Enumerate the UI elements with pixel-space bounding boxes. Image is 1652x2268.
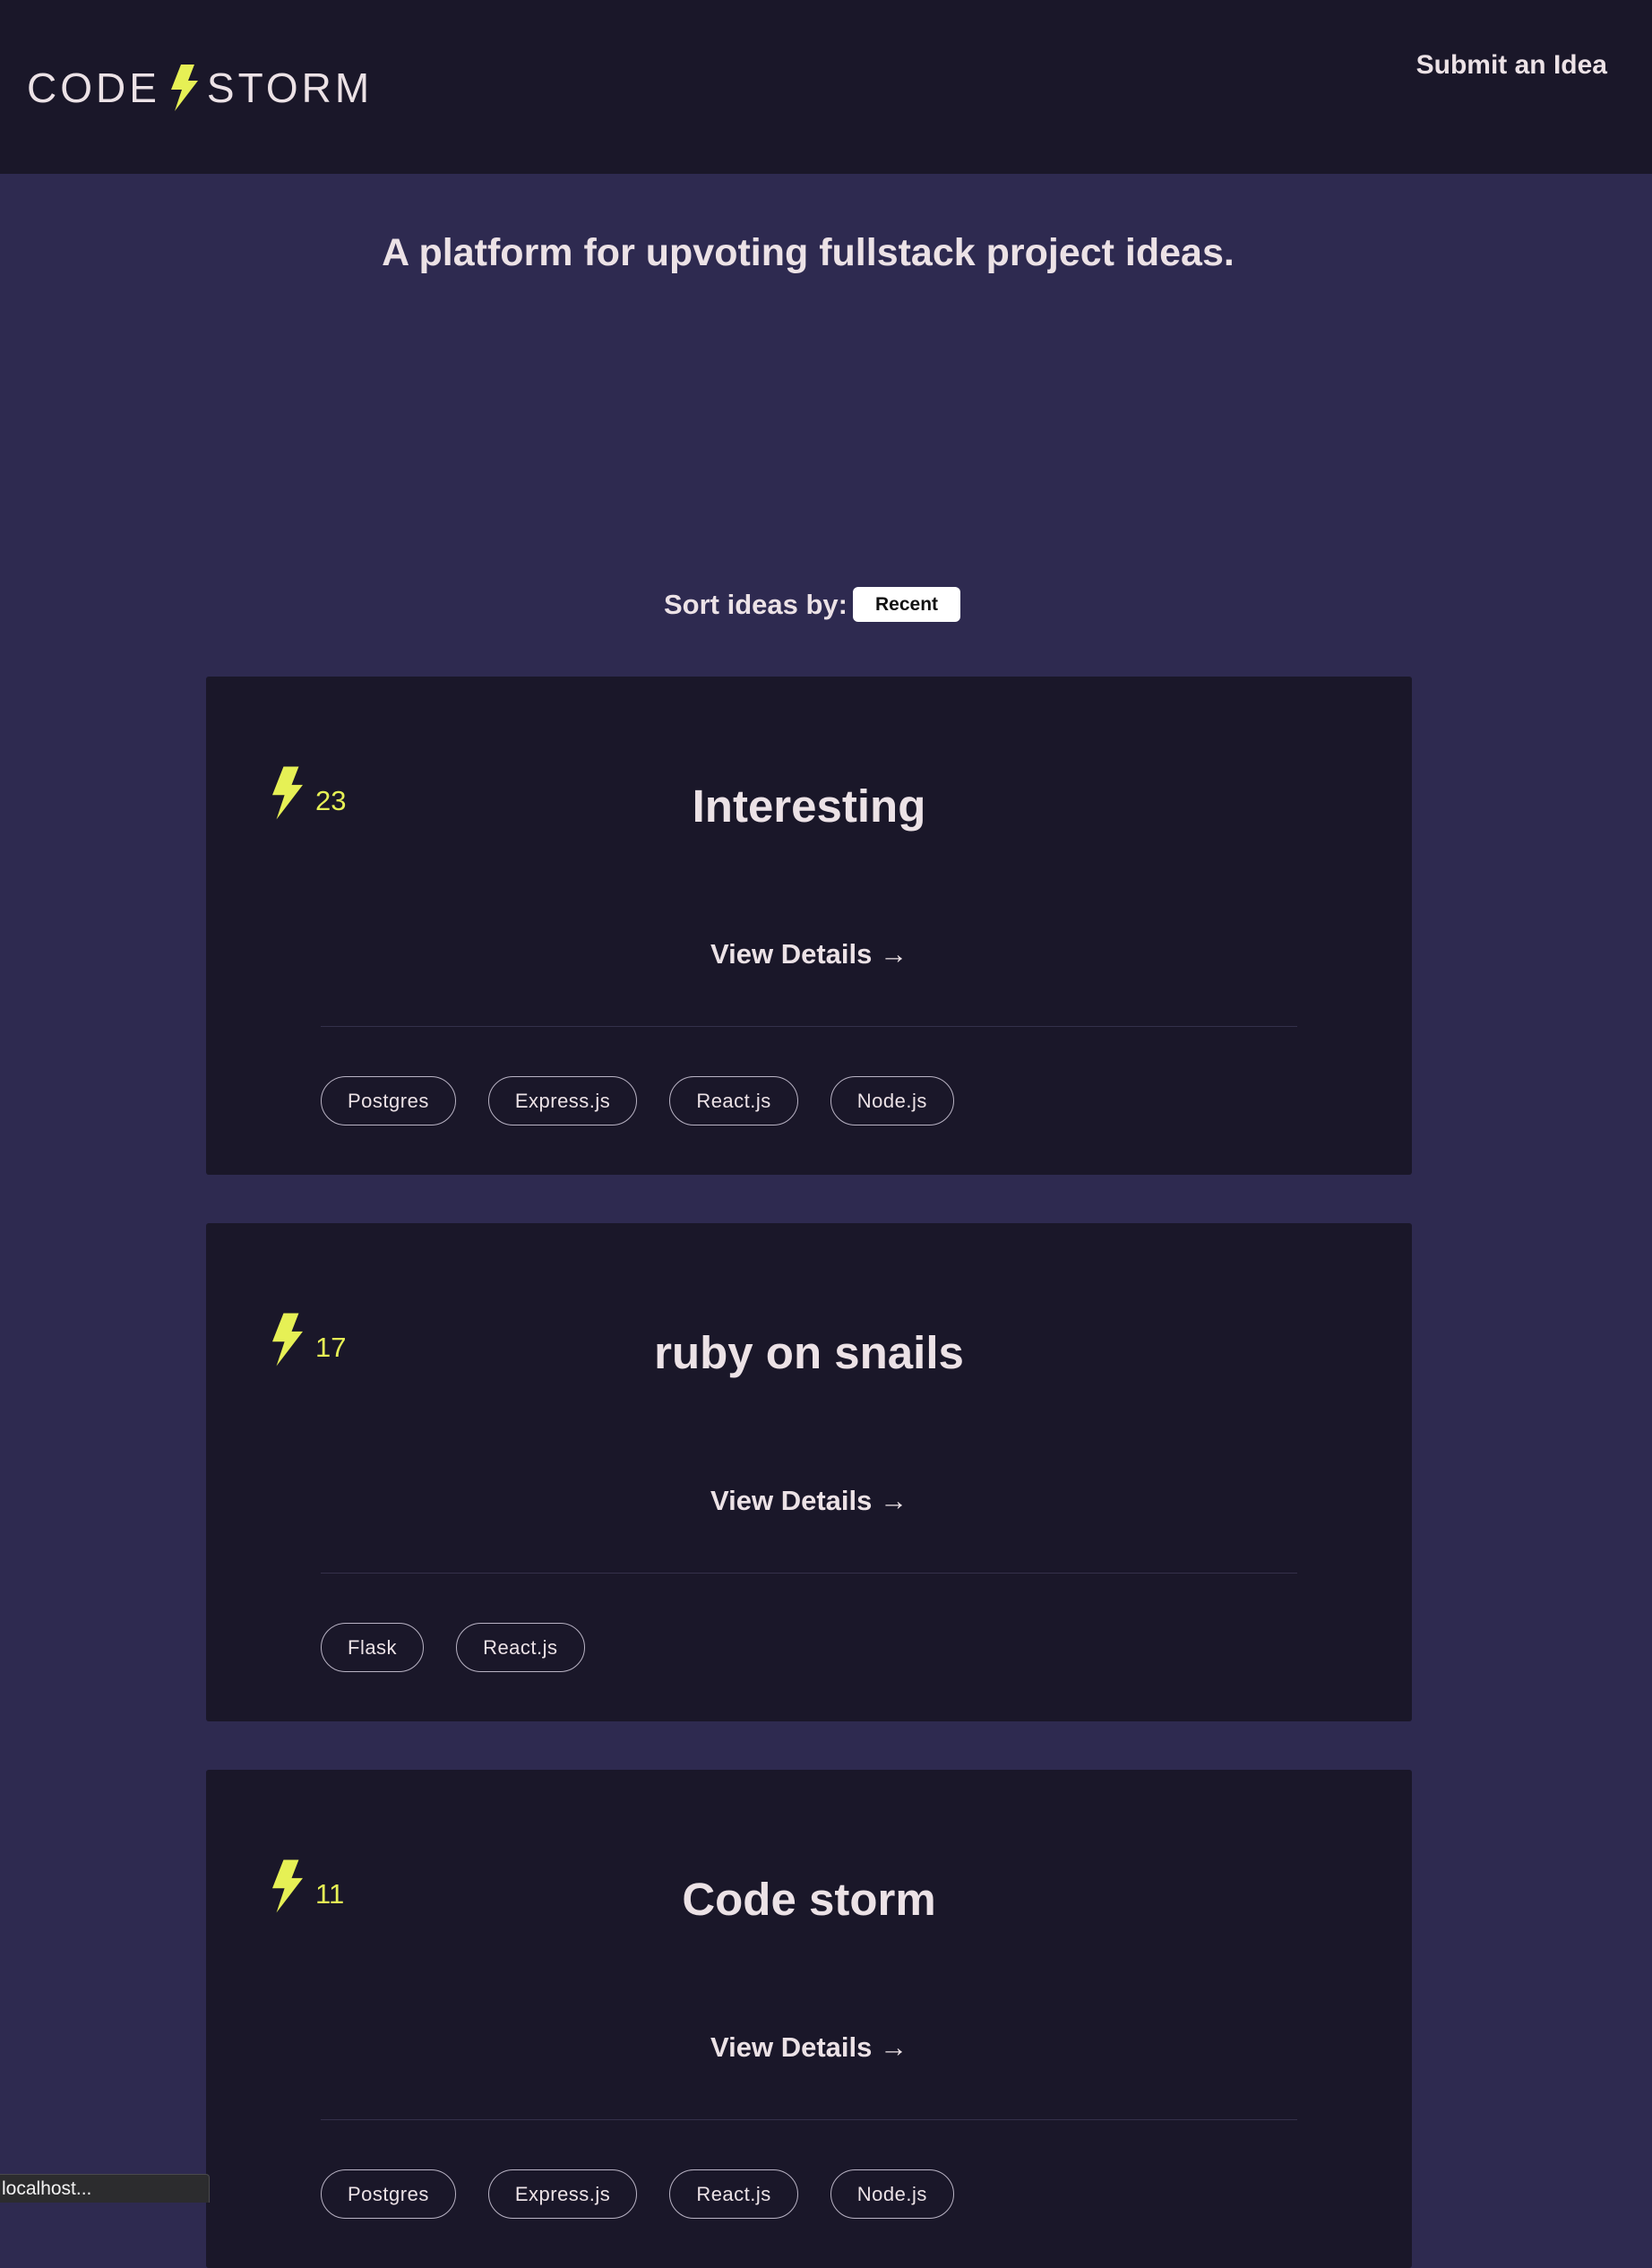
lightning-bolt-icon [170,65,198,111]
sort-label: Sort ideas by: [664,588,848,620]
idea-title: Interesting [692,780,926,832]
divider [321,1026,1297,1027]
tech-tag[interactable]: Postgres [321,2169,456,2219]
site-logo[interactable]: CODE STORM [27,61,373,115]
divider [321,1573,1297,1574]
top-navbar: CODE STORM Submit an Idea [0,0,1652,174]
tech-tag[interactable]: Node.js [830,2169,954,2219]
sort-select[interactable]: Recent [853,587,960,622]
tech-tag[interactable]: Express.js [487,1076,638,1125]
tech-tag[interactable]: Postgres [321,1076,456,1125]
idea-title: ruby on snails [654,1327,964,1378]
idea-card: 23 Interesting View Details → Postgres E… [206,677,1412,1175]
tech-tag[interactable]: React.js [669,1076,798,1125]
logo-text-right: STORM [206,65,374,111]
tech-tag[interactable]: React.js [456,1623,585,1672]
view-details-link[interactable]: View Details → [206,1485,1412,1517]
tag-list: Postgres Express.js React.js Node.js [321,1076,986,1125]
idea-title: Code storm [682,1874,936,1925]
tech-tag[interactable]: Express.js [487,2169,638,2219]
idea-card: 11 Code storm View Details → Postgres Ex… [206,1770,1412,2268]
tag-list: Postgres Express.js React.js Node.js [321,2169,986,2219]
submit-idea-link[interactable]: Submit an Idea [1416,50,1607,81]
idea-card: 17 ruby on snails View Details → Flask R… [206,1223,1412,1721]
browser-status-bar: localhost... [0,2174,210,2203]
tag-list: Flask React.js [321,1623,617,1672]
view-details-link[interactable]: View Details → [206,2031,1412,2064]
divider [321,2119,1297,2120]
sort-control: Sort ideas by: Recent [664,587,960,622]
logo-text-left: CODE [27,65,160,111]
tech-tag[interactable]: React.js [669,2169,798,2219]
tech-tag[interactable]: Flask [321,1623,425,1672]
tech-tag[interactable]: Node.js [830,1076,954,1125]
view-details-link[interactable]: View Details → [206,938,1412,970]
page-tagline: A platform for upvoting fullstack projec… [382,231,1235,274]
